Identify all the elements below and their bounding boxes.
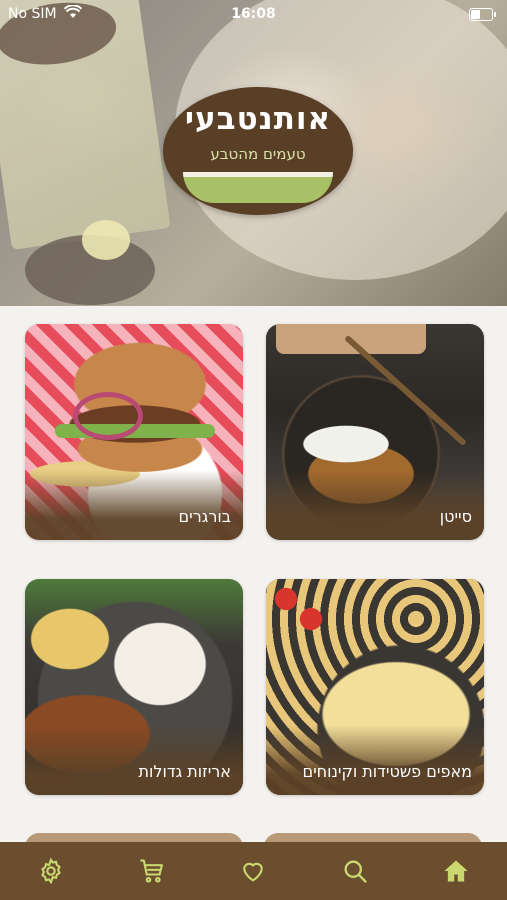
category-label: מאפים פשטידות וקינוחים xyxy=(302,762,472,781)
cart-icon xyxy=(140,859,164,883)
tab-settings[interactable] xyxy=(31,851,71,891)
category-card-large-packs[interactable]: אריזות גדולות xyxy=(25,579,243,795)
logo-tagline: טעמים מהטבע xyxy=(210,145,306,163)
logo-swoosh xyxy=(183,172,333,203)
logo-name: אותנטבעי xyxy=(184,101,332,137)
clock: 16:08 xyxy=(231,6,276,22)
tab-search[interactable] xyxy=(335,851,375,891)
search-icon xyxy=(344,860,367,883)
category-label: אריזות גדולות xyxy=(138,762,231,781)
home-icon xyxy=(444,860,468,882)
category-card-burgers[interactable]: בורגרים xyxy=(25,324,243,540)
category-card-pastries[interactable]: מאפים פשטידות וקינוחים xyxy=(266,579,484,795)
gear-icon xyxy=(40,857,61,885)
brand-logo: אותנטבעי טעמים מהטבע xyxy=(163,87,353,215)
tab-cart[interactable] xyxy=(132,851,172,891)
heart-icon xyxy=(243,862,264,882)
status-bar: No SIM 16:08 xyxy=(0,0,507,28)
category-label: בורגרים xyxy=(178,507,231,526)
bottom-tab-bar xyxy=(0,842,507,900)
tab-home[interactable] xyxy=(436,851,476,891)
category-card-seitan[interactable]: סייטן xyxy=(266,324,484,540)
tab-favorites[interactable] xyxy=(233,851,273,891)
category-label: סייטן xyxy=(439,507,472,526)
battery-icon xyxy=(469,8,496,21)
